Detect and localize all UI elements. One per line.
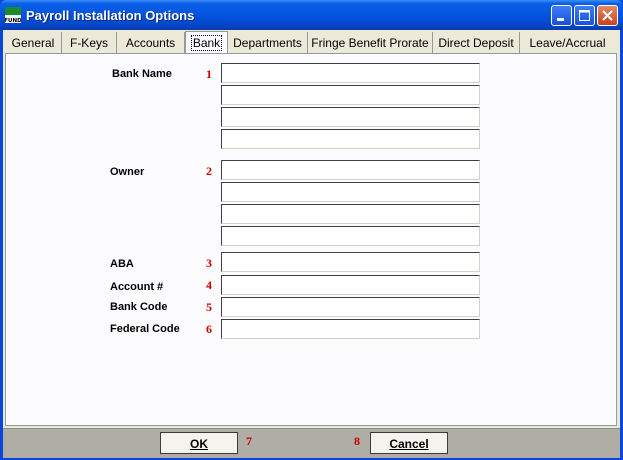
bank-code-field[interactable] [221,297,480,317]
account-number-field[interactable] [221,275,480,295]
owner-field-1[interactable] [221,160,480,180]
bank-code-label: Bank Code [110,301,168,313]
minimize-icon [557,18,564,21]
aba-label: ABA [110,258,134,270]
tab-bank-label: Bank [190,35,223,51]
aba-marker: 3 [206,256,212,270]
ok-marker: 7 [246,434,252,448]
account-number-label: Account # [110,281,164,293]
cancel-button-label: Cancel [389,437,429,451]
bank-tab-panel: Bank Name 1 Owner 2 ABA 3 Account # 4 Ba… [5,53,617,426]
ok-button[interactable]: OK [160,432,238,454]
owner-field-2[interactable] [221,182,480,202]
owner-label: Owner [110,166,145,178]
bank-name-field-2[interactable] [221,85,480,105]
button-bar: OK 7 8 Cancel [3,428,620,458]
tab-strip: General F-Keys Accounts Bank Departments… [3,31,620,54]
owner-marker: 2 [206,164,212,178]
federal-code-marker: 6 [206,322,212,336]
svg-text:FUND: FUND [5,18,21,23]
federal-code-field[interactable] [221,319,480,339]
maximize-icon [579,10,590,21]
bank-name-field-3[interactable] [221,107,480,127]
title-bar[interactable]: FUND Payroll Installation Options [0,0,623,30]
tab-bank[interactable]: Bank [185,31,228,54]
tab-leave-accrual[interactable]: Leave/Accrual [520,32,615,53]
owner-field-4[interactable] [221,226,480,246]
bank-name-field-4[interactable] [221,129,480,149]
tab-f-keys[interactable]: F-Keys [62,32,117,53]
bank-name-label: Bank Name [112,68,172,80]
owner-field-3[interactable] [221,204,480,224]
bank-name-marker: 1 [206,67,212,81]
tab-general[interactable]: General [5,32,62,53]
aba-field[interactable] [221,252,480,272]
account-number-marker: 4 [206,278,212,292]
bank-code-marker: 5 [206,300,212,314]
tab-departments[interactable]: Departments [228,32,308,53]
payroll-options-window: FUND Payroll Installation Options Genera… [0,0,623,460]
cancel-button[interactable]: Cancel [370,432,448,454]
client-area: General F-Keys Accounts Bank Departments… [3,30,620,458]
maximize-button[interactable] [574,5,595,26]
minimize-button[interactable] [551,5,572,26]
bank-name-field-1[interactable] [221,63,480,83]
tab-direct-deposit[interactable]: Direct Deposit [433,32,520,53]
federal-code-label: Federal Code [110,323,180,335]
tab-fringe-benefit-prorate[interactable]: Fringe Benefit Prorate [308,32,433,53]
close-icon [602,10,613,21]
ok-button-label: OK [190,437,208,451]
app-icon: FUND [5,7,21,23]
close-button[interactable] [597,5,618,26]
tab-accounts[interactable]: Accounts [117,32,185,53]
window-title: Payroll Installation Options [26,8,195,23]
cancel-marker: 8 [354,434,360,448]
